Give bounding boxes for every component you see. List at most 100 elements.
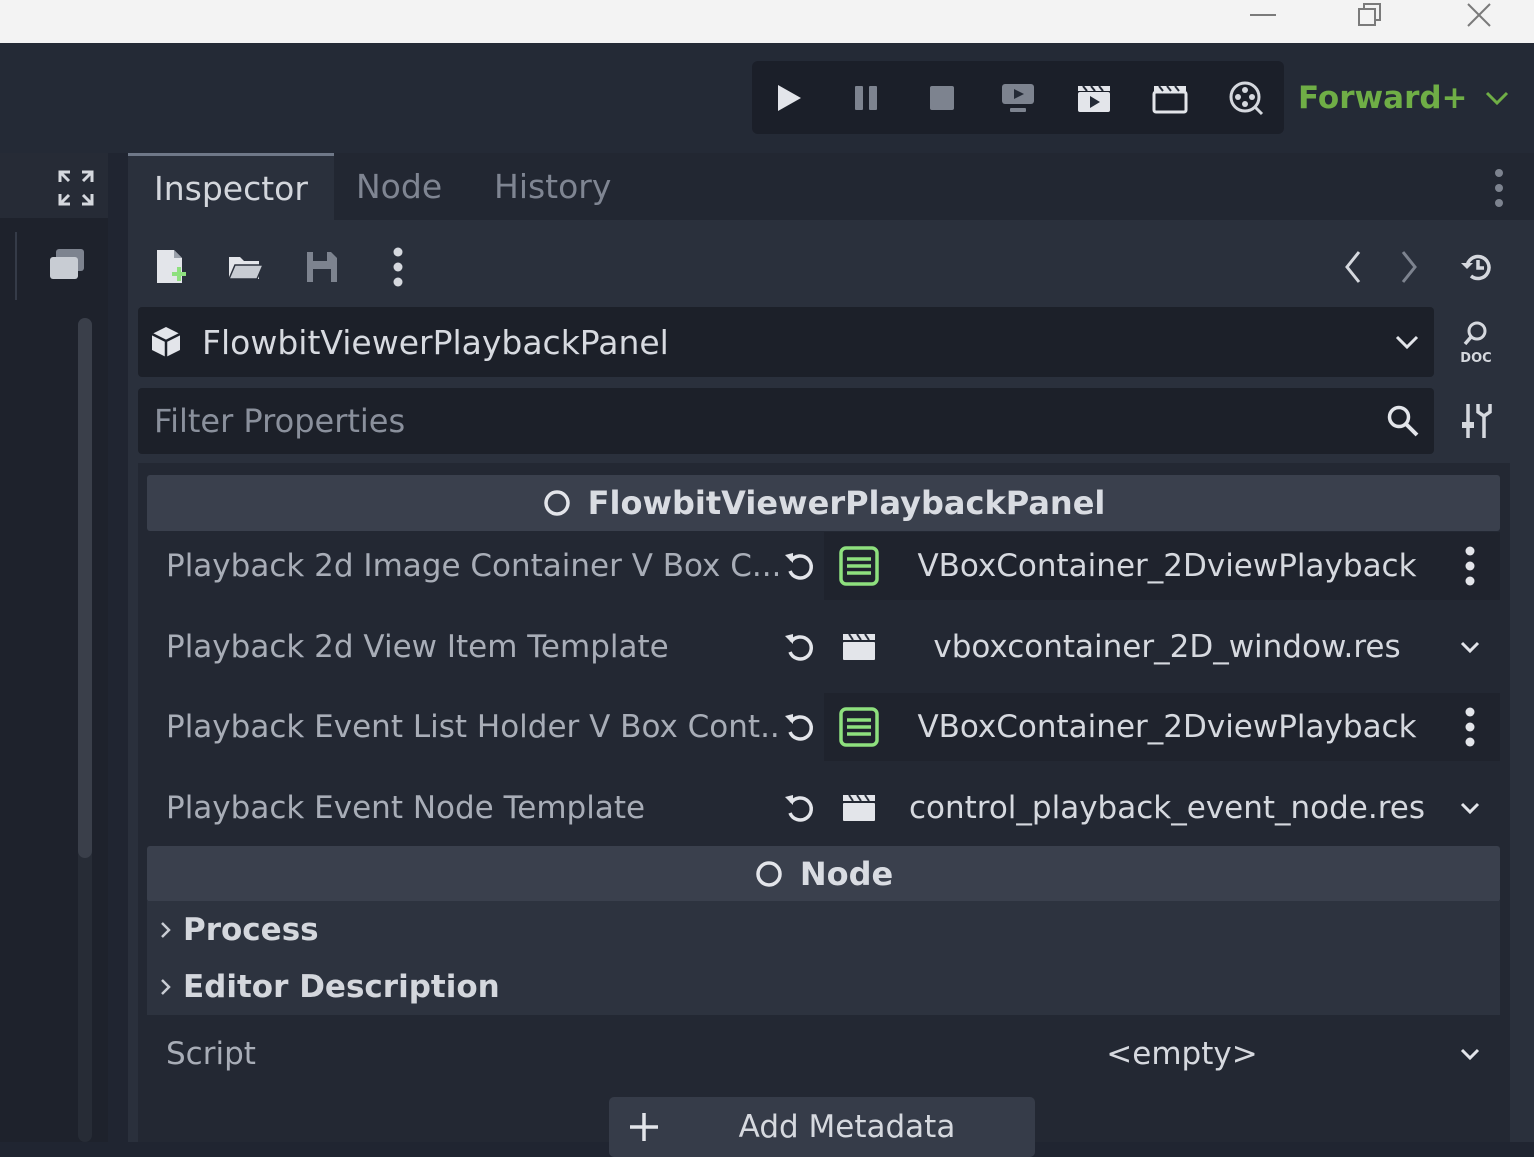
- play-scene-icon: [1078, 85, 1110, 112]
- object-selector[interactable]: FlowbitViewerPlaybackPanel: [138, 307, 1434, 377]
- stop-button[interactable]: [916, 72, 968, 124]
- kebab-menu-icon: [1495, 169, 1503, 207]
- remote-deploy-button[interactable]: [992, 72, 1044, 124]
- renderer-label: Forward+: [1298, 80, 1468, 116]
- group-process[interactable]: Process: [147, 901, 1500, 958]
- script-value[interactable]: <empty>: [1047, 1018, 1317, 1090]
- reload-icon: [785, 553, 813, 580]
- resource-menu-button[interactable]: [371, 240, 425, 294]
- dock-tab-menu-button[interactable]: [1484, 165, 1514, 211]
- revert-button[interactable]: [780, 707, 820, 747]
- movie-reel-icon: [1229, 81, 1264, 116]
- doc-search-icon: DOC: [1460, 321, 1492, 364]
- save-icon: [307, 252, 337, 282]
- add-metadata-label: Add Metadata: [738, 1109, 956, 1145]
- property-row-script[interactable]: Script <empty>: [147, 1018, 1500, 1090]
- distraction-free-button[interactable]: [54, 166, 98, 210]
- close-icon: [1467, 3, 1491, 27]
- inspector-options-button[interactable]: [1452, 397, 1500, 445]
- save-resource-button[interactable]: [295, 240, 349, 294]
- history-icon: [1461, 254, 1491, 281]
- add-metadata-button[interactable]: Add Metadata: [609, 1097, 1035, 1157]
- filter-properties-field[interactable]: [138, 388, 1434, 454]
- tab-history[interactable]: History: [468, 153, 637, 220]
- property-label: Playback Event Node Template: [166, 790, 646, 826]
- property-row[interactable]: Playback 2d View Item Template vboxconta…: [147, 609, 1500, 685]
- node-path-value[interactable]: VBoxContainer_2DviewPlayback: [824, 693, 1500, 761]
- play-custom-scene-button[interactable]: [1144, 72, 1196, 124]
- revert-button[interactable]: [780, 546, 820, 586]
- reload-icon: [785, 634, 813, 661]
- script-dropdown-button[interactable]: [1450, 1034, 1490, 1074]
- history-back-button[interactable]: [1326, 240, 1380, 294]
- close-window-button[interactable]: [1449, 0, 1509, 30]
- pause-button[interactable]: [840, 72, 892, 124]
- remote-debug-icon: [1002, 84, 1034, 112]
- dock-windows-button[interactable]: [44, 242, 90, 288]
- history-forward-button[interactable]: [1382, 240, 1436, 294]
- filter-properties-input[interactable]: [152, 401, 1386, 441]
- kebab-menu-icon: [1465, 707, 1475, 747]
- plus-icon: [630, 1113, 658, 1141]
- circle-icon: [543, 490, 570, 516]
- resource-dropdown-button[interactable]: [1440, 640, 1500, 654]
- window-titlebar: [0, 0, 1534, 43]
- kebab-menu-icon: [1465, 546, 1475, 586]
- play-project-button[interactable]: [763, 72, 815, 124]
- restore-button[interactable]: [1340, 0, 1400, 30]
- expand-icon: [58, 170, 94, 206]
- movie-maker-button[interactable]: [1220, 72, 1272, 124]
- left-dock-divider: [0, 232, 17, 300]
- property-label: Script: [166, 1036, 256, 1072]
- renderer-selector[interactable]: Forward+: [1298, 68, 1510, 128]
- search-icon: [1387, 405, 1419, 437]
- property-menu-button[interactable]: [1440, 546, 1500, 586]
- node-cube-icon: [151, 327, 181, 357]
- object-history-button[interactable]: [1450, 240, 1504, 294]
- packed-scene-icon: [843, 794, 875, 821]
- property-value: control_playback_event_node.res: [908, 790, 1426, 826]
- revert-button[interactable]: [780, 627, 820, 667]
- chevron-down-icon: [1460, 1048, 1480, 1061]
- minimize-button[interactable]: [1233, 0, 1293, 30]
- pause-icon: [855, 86, 877, 110]
- property-value: vboxcontainer_2D_window.res: [933, 629, 1401, 665]
- tab-label: Inspector: [154, 168, 308, 208]
- tab-node[interactable]: Node: [330, 153, 468, 220]
- property-menu-button[interactable]: [1440, 707, 1500, 747]
- property-row[interactable]: Playback Event List Holder V Box Cont...…: [147, 689, 1500, 765]
- group-label: Process: [183, 911, 319, 948]
- node-path-value[interactable]: VBoxContainer_2DviewPlayback: [824, 532, 1500, 600]
- property-row[interactable]: Playback Event Node Template control_pla…: [147, 770, 1500, 846]
- tab-label: Node: [356, 167, 443, 206]
- open-documentation-button[interactable]: DOC: [1452, 318, 1500, 366]
- reload-icon: [785, 795, 813, 822]
- resource-value[interactable]: control_playback_event_node.res: [824, 774, 1500, 842]
- play-current-scene-button[interactable]: [1068, 72, 1120, 124]
- property-value: VBoxContainer_2DviewPlayback: [917, 709, 1417, 745]
- section-title: FlowbitViewerPlaybackPanel: [587, 484, 1106, 522]
- revert-button[interactable]: [780, 788, 820, 828]
- stop-icon: [930, 86, 954, 110]
- clapperboard-icon: [1152, 85, 1188, 114]
- tab-label: History: [494, 167, 612, 206]
- chevron-right-icon: [161, 921, 171, 938]
- property-value: VBoxContainer_2DviewPlayback: [917, 548, 1417, 584]
- resource-dropdown-button[interactable]: [1440, 801, 1500, 815]
- play-icon: [778, 85, 801, 111]
- tab-inspector[interactable]: Inspector: [128, 153, 334, 220]
- property-label: Playback 2d Image Container V Box C...: [166, 548, 778, 584]
- chevron-right-icon: [1401, 251, 1417, 283]
- section-script-class: FlowbitViewerPlaybackPanel: [147, 475, 1500, 531]
- vbox-container-icon: [839, 546, 879, 586]
- left-dock-scrollbar[interactable]: [78, 318, 92, 858]
- minimize-icon: [1250, 14, 1276, 16]
- resource-value[interactable]: vboxcontainer_2D_window.res: [824, 613, 1500, 681]
- object-selector-dropdown[interactable]: [1394, 334, 1420, 350]
- group-editor-description[interactable]: Editor Description: [147, 958, 1500, 1015]
- new-resource-icon: [157, 250, 186, 283]
- load-resource-button[interactable]: [219, 240, 273, 294]
- property-row[interactable]: Playback 2d Image Container V Box C... V…: [147, 528, 1500, 604]
- new-resource-button[interactable]: [144, 240, 198, 294]
- chevron-right-icon: [161, 978, 171, 995]
